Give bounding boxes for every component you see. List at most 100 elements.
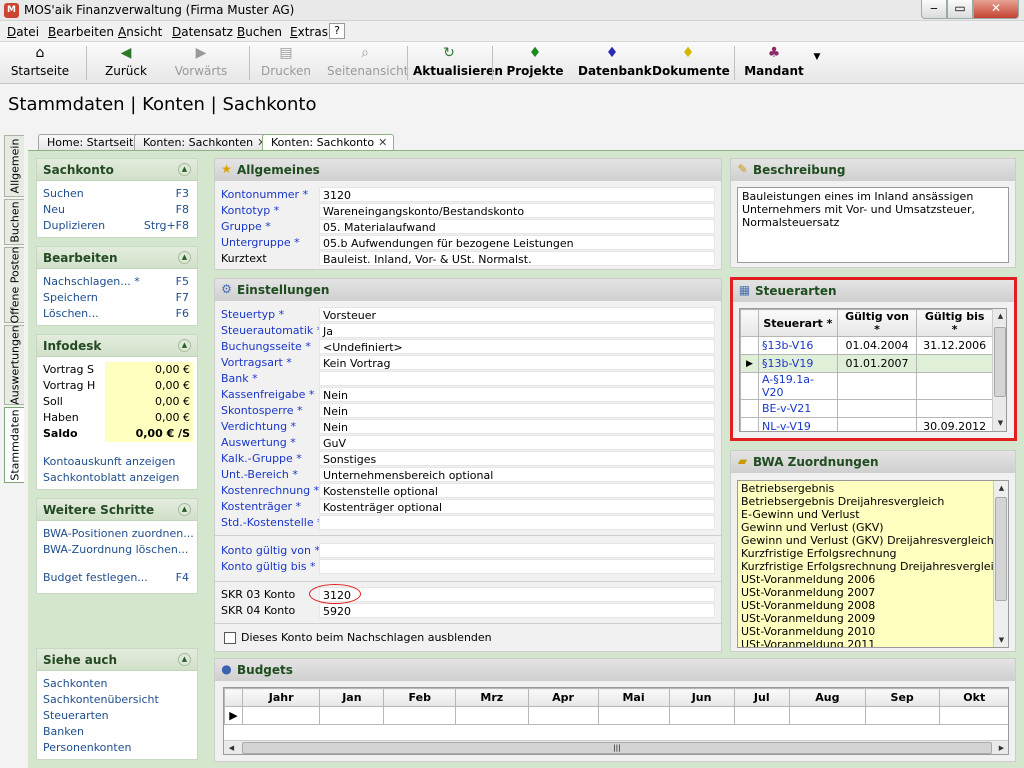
list-item[interactable]: Betriebsergebnis Dreijahresvergleich xyxy=(741,495,1008,508)
field-value[interactable] xyxy=(319,515,715,530)
action-neu[interactable]: Neu F8 xyxy=(37,202,197,218)
field-value[interactable]: 3120 xyxy=(319,587,715,602)
action-suchen[interactable]: Suchen F3 xyxy=(37,186,197,202)
cell-mai[interactable] xyxy=(597,706,670,725)
cell-steuerart[interactable]: A-§19.1a-V20 xyxy=(758,372,838,400)
col-gueltig-von[interactable]: Gültig von * xyxy=(836,309,918,337)
minimize-button[interactable]: ‒ xyxy=(921,0,947,19)
scroll-right-icon[interactable]: ▶ xyxy=(994,741,1008,754)
date-field[interactable] xyxy=(319,543,715,558)
page-preview-button[interactable]: ⌕ Seitenansicht xyxy=(327,44,408,82)
table-row[interactable]: A-§19.1a-V20 xyxy=(740,372,993,400)
cell-gueltig-von[interactable] xyxy=(836,417,918,431)
vtab-stammdaten[interactable]: Stammdaten xyxy=(4,407,24,483)
link-bwa-zuordnen[interactable]: BWA-Positionen zuordnen... xyxy=(37,526,197,542)
collapse-icon[interactable]: ▲ xyxy=(178,163,191,176)
cell-gueltig-von[interactable]: 01.01.2007 xyxy=(836,354,918,373)
scroll-down-icon[interactable]: ▼ xyxy=(994,633,1008,647)
list-item[interactable]: USt-Voranmeldung 2011 xyxy=(741,638,1008,647)
list-item[interactable]: Betriebsergebnis xyxy=(741,482,1008,495)
cell-gueltig-von[interactable]: 01.04.2004 xyxy=(836,336,918,355)
cell-steuerart[interactable]: §13b-V16 xyxy=(758,336,838,355)
collapse-icon[interactable]: ▲ xyxy=(178,251,191,264)
link-budget-festlegen[interactable]: Budget festlegen... F4 xyxy=(37,570,197,586)
horizontal-scrollbar[interactable]: ◀ ||| ▶ xyxy=(224,740,1008,754)
scroll-thumb[interactable]: ||| xyxy=(242,742,992,754)
cell-apr[interactable] xyxy=(527,706,599,725)
description-textarea[interactable]: Bauleistungen eines im Inland ansässigen… xyxy=(737,187,1009,263)
projects-button[interactable]: ♦ Projekte xyxy=(506,44,564,82)
doc-tab-sachkonten[interactable]: Konten: Sachkonten✕ xyxy=(134,134,274,151)
col-jun[interactable]: Jun xyxy=(668,688,735,707)
cell-mrz[interactable] xyxy=(455,706,529,725)
close-button[interactable]: ✕ xyxy=(973,0,1019,19)
scroll-thumb[interactable] xyxy=(994,327,1006,397)
list-item[interactable]: USt-Voranmeldung 2009 xyxy=(741,612,1008,625)
field-value[interactable]: Nein xyxy=(319,419,715,434)
scroll-left-icon[interactable]: ◀ xyxy=(224,741,239,754)
cell-feb[interactable] xyxy=(383,706,457,725)
cell-gueltig-bis[interactable]: 30.09.2012 xyxy=(916,417,993,431)
field-value[interactable]: 05.b Aufwendungen für bezogene Leistunge… xyxy=(319,235,715,250)
menu-datensatz[interactable]: Datensatz xyxy=(172,25,233,39)
link-personenkonten[interactable]: Personenkonten xyxy=(37,740,197,756)
field-value[interactable]: Ja xyxy=(319,323,715,338)
mandant-dropdown-icon[interactable]: ▼ xyxy=(810,52,824,90)
close-tab-icon[interactable]: ✕ xyxy=(378,136,387,149)
field-value[interactable]: Kostenstelle optional xyxy=(319,483,715,498)
field-value[interactable]: Vorsteuer xyxy=(319,307,715,322)
cell-gueltig-von[interactable] xyxy=(836,372,918,400)
field-value[interactable]: Nein xyxy=(319,403,715,418)
table-row[interactable]: ▶ §13b-V19 01.01.2007 xyxy=(740,354,993,373)
col-sep[interactable]: Sep xyxy=(864,688,940,707)
forward-button[interactable]: ▶ Vorwärts xyxy=(170,44,232,82)
link-sachkonten[interactable]: Sachkonten xyxy=(37,676,197,692)
col-gueltig-bis[interactable]: Gültig bis * xyxy=(916,309,993,337)
cell-jun[interactable] xyxy=(668,706,735,725)
col-jan[interactable]: Jan xyxy=(319,688,385,707)
documents-button[interactable]: ♦ Dokumente xyxy=(652,44,730,82)
link-steuerarten[interactable]: Steuerarten xyxy=(37,708,197,724)
col-steuerart[interactable]: Steuerart * xyxy=(758,309,838,337)
field-value[interactable]: Kein Vortrag xyxy=(319,355,715,370)
collapse-icon[interactable]: ▲ xyxy=(178,503,191,516)
menu-help[interactable]: ? xyxy=(329,23,345,39)
list-item[interactable]: Kurzfristige Erfolgsrechnung xyxy=(741,547,1008,560)
vertical-scrollbar[interactable]: ▲ ▼ xyxy=(993,481,1008,647)
table-row[interactable]: §13b-V16 01.04.2004 31.12.2006 xyxy=(740,336,993,355)
menu-buchen[interactable]: Buchen xyxy=(237,25,282,39)
print-button[interactable]: ▤ Drucken xyxy=(257,44,315,82)
list-item[interactable]: USt-Voranmeldung 2010 xyxy=(741,625,1008,638)
link-banken[interactable]: Banken xyxy=(37,724,197,740)
col-mrz[interactable]: Mrz xyxy=(455,688,529,707)
col-aug[interactable]: Aug xyxy=(788,688,866,707)
cell-aug[interactable] xyxy=(788,706,866,725)
table-row[interactable]: BE-v-V21 xyxy=(740,399,993,418)
action-duplizieren[interactable]: Duplizieren Strg+F8 xyxy=(37,218,197,234)
field-value[interactable]: Unternehmensbereich optional xyxy=(319,467,715,482)
col-feb[interactable]: Feb xyxy=(383,688,457,707)
field-value[interactable]: 3120 xyxy=(319,187,715,202)
action-speichern[interactable]: Speichern F7 xyxy=(37,290,197,306)
list-item[interactable]: USt-Voranmeldung 2006 xyxy=(741,573,1008,586)
field-value[interactable]: Wareneingangskonto/Bestandskonto xyxy=(319,203,715,218)
scroll-up-icon[interactable]: ▲ xyxy=(993,309,1006,324)
field-value[interactable]: GuV xyxy=(319,435,715,450)
doc-tab-startseite[interactable]: Home: Startseite xyxy=(38,134,148,151)
table-row[interactable]: NL-v-V19 30.09.2012 xyxy=(740,417,993,431)
col-mai[interactable]: Mai xyxy=(597,688,670,707)
cell-sep[interactable] xyxy=(864,706,940,725)
cell-gueltig-bis[interactable] xyxy=(916,399,993,418)
scroll-up-icon[interactable]: ▲ xyxy=(994,481,1008,496)
cell-jul[interactable] xyxy=(733,706,790,725)
link-sachkontenuebersicht[interactable]: Sachkontenübersicht xyxy=(37,692,197,708)
collapse-icon[interactable]: ▲ xyxy=(178,653,191,666)
field-value[interactable]: Kostenträger optional xyxy=(319,499,715,514)
list-item[interactable]: E-Gewinn und Verlust xyxy=(741,508,1008,521)
back-button[interactable]: ◀ Zurück xyxy=(97,44,155,82)
link-kontoauskunft[interactable]: Kontoauskunft anzeigen xyxy=(37,454,197,470)
list-item[interactable]: USt-Voranmeldung 2008 xyxy=(741,599,1008,612)
cell-steuerart[interactable]: BE-v-V21 xyxy=(758,399,838,418)
menu-ansicht[interactable]: Ansicht xyxy=(118,25,162,39)
field-value[interactable]: 05. Materialaufwand xyxy=(319,219,715,234)
